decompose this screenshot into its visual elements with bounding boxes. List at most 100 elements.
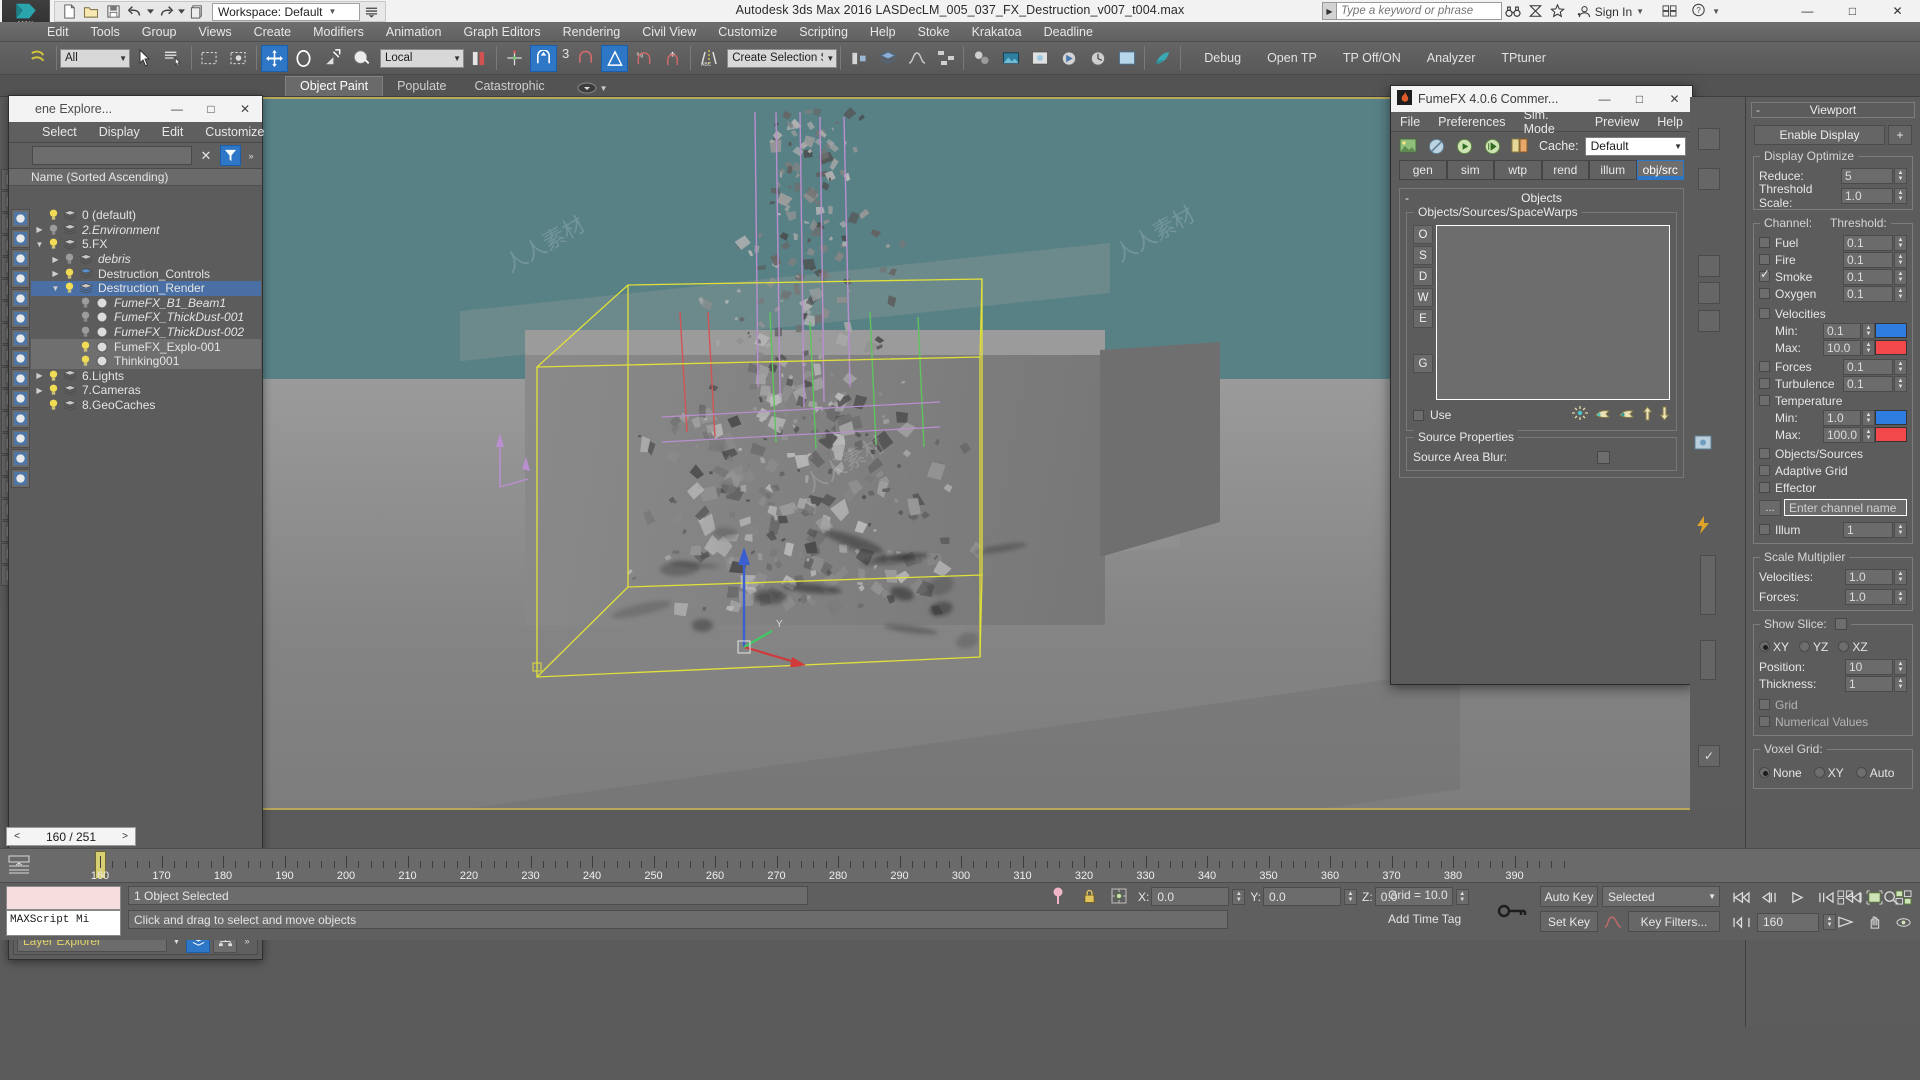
mirror-icon[interactable]: ABC	[695, 45, 722, 72]
select-and-move-icon[interactable]	[261, 44, 288, 72]
light-bulb-icon[interactable]	[78, 297, 93, 309]
temp-min-color-swatch[interactable]	[1875, 410, 1907, 425]
ribbon-tab-populate[interactable]: Populate	[383, 77, 460, 96]
zoom-all-icon[interactable]	[1832, 886, 1858, 908]
browse-channel-button[interactable]: ...	[1759, 499, 1781, 516]
fumefx-maximize[interactable]: □	[1622, 86, 1657, 112]
scene-explorer-menu-select[interactable]: Select	[31, 124, 88, 140]
selection-filter-combo[interactable]: All ▼	[60, 48, 130, 68]
scene-tree-row[interactable]: 0 (default)	[31, 208, 261, 223]
transform-gizmo[interactable]: Y X	[680, 537, 810, 667]
fire-checkbox[interactable]	[1759, 254, 1770, 265]
search-input[interactable]	[1336, 2, 1502, 20]
scene-explorer-find-input[interactable]	[32, 146, 192, 165]
scene-tree-row[interactable]: FumeFX_ThickDust-002	[31, 325, 261, 340]
menu-item-krakatoa[interactable]: Krakatoa	[961, 23, 1033, 41]
scale-forces-spinner[interactable]: ▲ ▼	[1894, 588, 1907, 605]
gutter-lightning-icon[interactable]	[1690, 512, 1716, 538]
grid-checkbox[interactable]	[1759, 699, 1770, 710]
gutter-tool-c[interactable]	[1698, 255, 1720, 277]
light-bulb-icon[interactable]	[78, 355, 93, 367]
slice-plane-yz-radio[interactable]: YZ	[1799, 640, 1828, 654]
temp-max-spinner[interactable]: ▲ ▼	[1862, 426, 1875, 443]
open-tp-button[interactable]: Open TP	[1267, 51, 1317, 65]
use-checkbox[interactable]	[1413, 409, 1424, 421]
selection-lock-toggle-icon[interactable]	[1078, 886, 1100, 906]
menu-item-animation[interactable]: Animation	[375, 23, 453, 41]
scene-tree-row[interactable]: ▶ debris	[31, 252, 261, 267]
x-spinner[interactable]: ▲ ▼	[1232, 888, 1246, 905]
turbulence-checkbox[interactable]	[1759, 378, 1770, 389]
bone-icon[interactable]	[11, 329, 30, 348]
window-crossing-icon[interactable]	[225, 45, 252, 72]
slice-plane-xz-radio[interactable]: XZ	[1838, 640, 1868, 654]
select-child-icon[interactable]	[11, 229, 30, 248]
key-filters-button[interactable]: Key Filters...	[1628, 911, 1720, 932]
zoom-extents-all-icon[interactable]	[1890, 886, 1916, 908]
vel-max-spinner[interactable]: ▲ ▼	[1862, 339, 1875, 356]
y-spinner[interactable]: ▲ ▼	[1344, 888, 1358, 905]
thickness-value[interactable]: 1	[1845, 675, 1893, 692]
scene-explorer-column-header[interactable]: Name (Sorted Ascending)	[9, 169, 262, 186]
illum-spinner[interactable]: ▲ ▼	[1894, 521, 1907, 538]
current-frame-field[interactable]: 160	[1757, 912, 1819, 932]
vel-max-value[interactable]: 10.0	[1823, 339, 1861, 356]
voxel-grid-none-radio[interactable]: None	[1759, 766, 1802, 780]
scene-tree-row[interactable]: 8.GeoCaches	[31, 398, 261, 413]
play-animation-icon[interactable]	[1784, 886, 1810, 908]
light-bulb-icon[interactable]	[62, 282, 77, 294]
light-bulb-icon[interactable]	[62, 268, 77, 280]
fumefx-menu-preview[interactable]: Preview	[1586, 114, 1648, 130]
menu-item-deadline[interactable]: Deadline	[1033, 23, 1104, 41]
fumefx-cache-manager-icon[interactable]	[1509, 135, 1531, 157]
move-down-icon[interactable]	[1659, 406, 1670, 424]
frame-next-arrow[interactable]: >	[117, 831, 133, 842]
activeshade-icon[interactable]	[1113, 45, 1140, 72]
thickness-spinner[interactable]: ▲ ▼	[1894, 675, 1907, 692]
scene-explorer-minimize[interactable]: —	[160, 96, 194, 122]
curve-editor-icon[interactable]	[903, 45, 930, 72]
velocities-checkbox[interactable]	[1759, 308, 1770, 319]
expander-closed-icon[interactable]: ▶	[49, 269, 62, 278]
light-bulb-icon[interactable]	[46, 238, 61, 250]
expander-closed-icon[interactable]: ▶	[33, 386, 46, 395]
temp-max-color-swatch[interactable]	[1875, 427, 1907, 442]
ribbon-overflow-icon[interactable]: ▼	[577, 82, 608, 96]
expander-closed-icon[interactable]: ▶	[33, 371, 46, 380]
clear-find-icon[interactable]: ✕	[195, 148, 217, 164]
fuel-threshold-value[interactable]: 0.1	[1843, 234, 1893, 251]
smoke-threshold-value[interactable]: 0.1	[1843, 268, 1893, 285]
fumefx-wtp-disabled-icon[interactable]	[1425, 135, 1447, 157]
position-value[interactable]: 10	[1845, 658, 1893, 675]
pan-view-icon[interactable]	[1861, 911, 1887, 933]
menu-item-scripting[interactable]: Scripting	[788, 23, 859, 41]
oxygen-checkbox[interactable]	[1759, 288, 1770, 299]
light-bulb-icon[interactable]	[46, 399, 61, 411]
menu-item-views[interactable]: Views	[187, 23, 242, 41]
zoom-extents-icon[interactable]	[1861, 886, 1887, 908]
oxygen-threshold-value[interactable]: 0.1	[1843, 285, 1893, 302]
objects-listbox[interactable]	[1436, 225, 1670, 400]
fumefx-tab-gen[interactable]: gen	[1399, 160, 1447, 180]
signin-area[interactable]: Sign In ▼ ? ▼	[1578, 3, 1720, 20]
voxel-grid-auto-radio-dot[interactable]	[1855, 767, 1867, 778]
scale-velocities-spinner[interactable]: ▲ ▼	[1894, 568, 1907, 585]
turbulence-value[interactable]: 0.1	[1843, 375, 1893, 392]
autodesk-360-icon[interactable]	[1524, 1, 1546, 21]
material-editor-icon[interactable]	[968, 45, 995, 72]
source-area-blur-checkbox[interactable]	[1597, 450, 1610, 464]
debug-button[interactable]: Debug	[1204, 51, 1241, 65]
smoke-threshold-spinner[interactable]: ▲ ▼	[1894, 268, 1907, 285]
light-bulb-icon[interactable]	[46, 209, 61, 221]
fumefx-tab-obj-src[interactable]: obj/src	[1636, 160, 1684, 180]
maximize-button[interactable]: □	[1830, 0, 1875, 22]
object-category-w-button[interactable]: W	[1413, 288, 1433, 307]
field-of-view-icon[interactable]	[1832, 911, 1858, 933]
threshold-scale-spinner[interactable]: ▲ ▼	[1894, 187, 1907, 204]
expander-open-icon[interactable]: ▼	[33, 240, 46, 249]
vel-min-color-swatch[interactable]	[1875, 323, 1907, 338]
numerical-values-checkbox[interactable]	[1759, 716, 1770, 727]
forces-spinner[interactable]: ▲ ▼	[1894, 358, 1907, 375]
exchange-app-icon[interactable]	[1662, 4, 1677, 20]
snaps-toggle-icon[interactable]	[530, 44, 557, 72]
